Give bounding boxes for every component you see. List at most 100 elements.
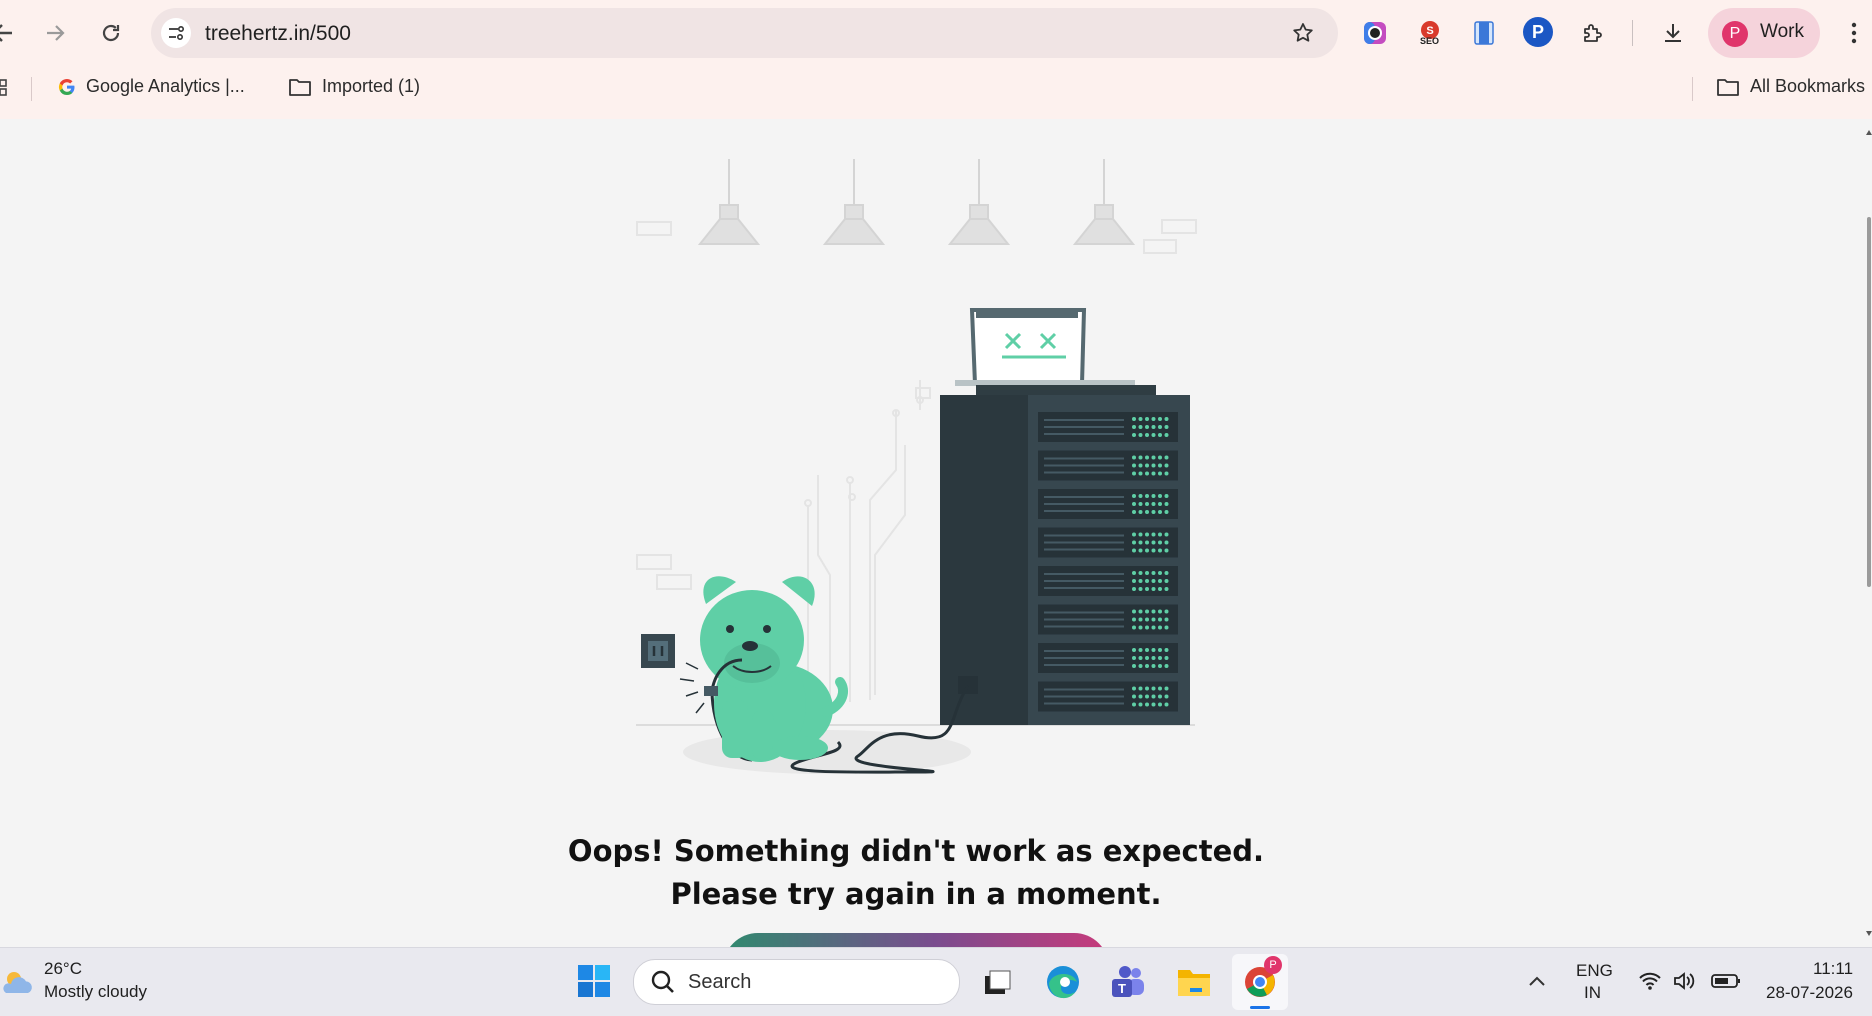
chrome-running-indicator	[1250, 1006, 1270, 1009]
rack-led	[1158, 502, 1162, 506]
extension-p-icon[interactable]: P	[1523, 17, 1553, 47]
wifi-icon[interactable]	[1636, 968, 1664, 994]
rack-led	[1132, 471, 1136, 476]
rack-led	[1145, 455, 1149, 460]
rack-led	[1132, 617, 1136, 622]
apps-grid-icon[interactable]	[0, 78, 10, 98]
weather-temp[interactable]: 26°C	[44, 959, 82, 979]
weather-cloud-icon[interactable]	[0, 964, 36, 1000]
all-bookmarks-button[interactable]: All Bookmarks	[1716, 76, 1865, 97]
rack-led	[1132, 502, 1136, 506]
rack-led	[1138, 463, 1143, 468]
address-bar[interactable]: treehertz.in/500	[151, 8, 1338, 58]
rack-led	[1138, 587, 1143, 591]
rack-led	[1145, 664, 1149, 668]
file-explorer-icon[interactable]	[1174, 962, 1214, 1002]
chrome-profile-badge: P	[1264, 956, 1282, 974]
bookmark-google-analytics[interactable]: Google Analytics |...	[58, 76, 245, 97]
scroll-down-arrow-icon[interactable]	[1866, 929, 1872, 937]
rack-led	[1158, 548, 1162, 553]
rack-led	[1158, 532, 1162, 537]
rack-led	[1132, 540, 1136, 545]
teams-icon[interactable]: T	[1108, 962, 1148, 1002]
extensions-puzzle-icon[interactable]	[1578, 18, 1608, 48]
rack-led	[1158, 471, 1162, 476]
edge-browser-icon[interactable]	[1043, 962, 1083, 1002]
rack-led	[1145, 417, 1149, 421]
rack-led	[1138, 571, 1143, 575]
windows-start-icon[interactable]	[574, 961, 614, 1001]
rack-led	[1151, 648, 1156, 652]
rack-led	[1145, 648, 1149, 652]
rack-led	[1151, 587, 1156, 591]
rack-led	[1138, 686, 1143, 691]
rack-led	[1145, 587, 1149, 591]
taskbar-search[interactable]: Search	[633, 959, 960, 1005]
weather-desc[interactable]: Mostly cloudy	[44, 982, 147, 1002]
url-text[interactable]: treehertz.in/500	[205, 22, 351, 46]
reload-icon[interactable]	[96, 18, 126, 48]
rack-led	[1164, 425, 1169, 429]
folder-icon	[289, 78, 311, 96]
rack-led	[1151, 455, 1156, 460]
profile-button[interactable]: P Work	[1708, 8, 1820, 58]
clock-date[interactable]: 28-07-2026	[1766, 983, 1853, 1003]
rack-led	[1151, 548, 1156, 553]
scrollbar-thumb[interactable]	[1867, 217, 1871, 587]
extension-camera-icon[interactable]	[1361, 19, 1389, 47]
rack-led	[1151, 425, 1156, 429]
bookmark-imported-folder[interactable]: Imported (1)	[288, 76, 420, 97]
rack-led	[1132, 686, 1136, 691]
rack-led	[1158, 455, 1162, 460]
rack-led	[1132, 625, 1136, 630]
rack-led	[1164, 502, 1169, 506]
rack-led	[1138, 471, 1143, 476]
rack-led	[1145, 579, 1149, 583]
rack-led	[1138, 417, 1143, 421]
rack-led	[1138, 694, 1143, 699]
back-icon[interactable]	[0, 18, 16, 48]
extension-seo-icon[interactable]: S SEO	[1415, 18, 1445, 48]
volume-icon[interactable]	[1670, 968, 1698, 994]
rack-led	[1138, 433, 1143, 437]
bookmark-label: Google Analytics |...	[86, 76, 245, 96]
language-top[interactable]: ENG	[1576, 961, 1613, 981]
rack-led	[1138, 548, 1143, 553]
rack-led	[1145, 548, 1149, 553]
task-view-icon[interactable]	[977, 963, 1017, 1003]
site-info-icon[interactable]	[161, 18, 191, 48]
rack-led	[1138, 455, 1143, 460]
rack-led	[1164, 625, 1169, 630]
chrome-taskbar-icon[interactable]: P	[1240, 956, 1282, 1002]
page-viewport: Oops! Something didn't work as expected.…	[0, 119, 1866, 947]
scroll-up-arrow-icon[interactable]	[1866, 129, 1872, 137]
bookmarks-divider-right	[1692, 77, 1693, 101]
all-bookmarks-label: All Bookmarks	[1750, 76, 1866, 96]
rack-led	[1145, 702, 1149, 707]
rack-led	[1158, 510, 1162, 514]
rack-led	[1132, 571, 1136, 575]
chevron-up-icon[interactable]	[1524, 968, 1550, 994]
rack-led	[1145, 625, 1149, 630]
rack-led	[1158, 463, 1162, 468]
rack-led	[1164, 455, 1169, 460]
battery-icon[interactable]	[1710, 968, 1742, 994]
rack-led	[1138, 656, 1143, 660]
rack-led	[1138, 702, 1143, 707]
rack-led	[1151, 494, 1156, 498]
forward-icon[interactable]	[40, 18, 72, 48]
rack-led	[1145, 609, 1149, 614]
rack-led	[1151, 702, 1156, 707]
clock-time[interactable]: 11:11	[1813, 959, 1853, 979]
rack-led	[1132, 510, 1136, 514]
rack-led	[1138, 648, 1143, 652]
rack-led	[1132, 656, 1136, 660]
rack-led	[1151, 471, 1156, 476]
rack-led	[1158, 694, 1162, 699]
menu-kebab-icon[interactable]	[1844, 18, 1864, 48]
search-icon	[651, 970, 674, 993]
language-bottom[interactable]: IN	[1584, 983, 1601, 1003]
bookmark-star-icon[interactable]	[1288, 18, 1318, 48]
extension-book-icon[interactable]	[1470, 18, 1498, 48]
download-icon[interactable]	[1658, 18, 1688, 48]
